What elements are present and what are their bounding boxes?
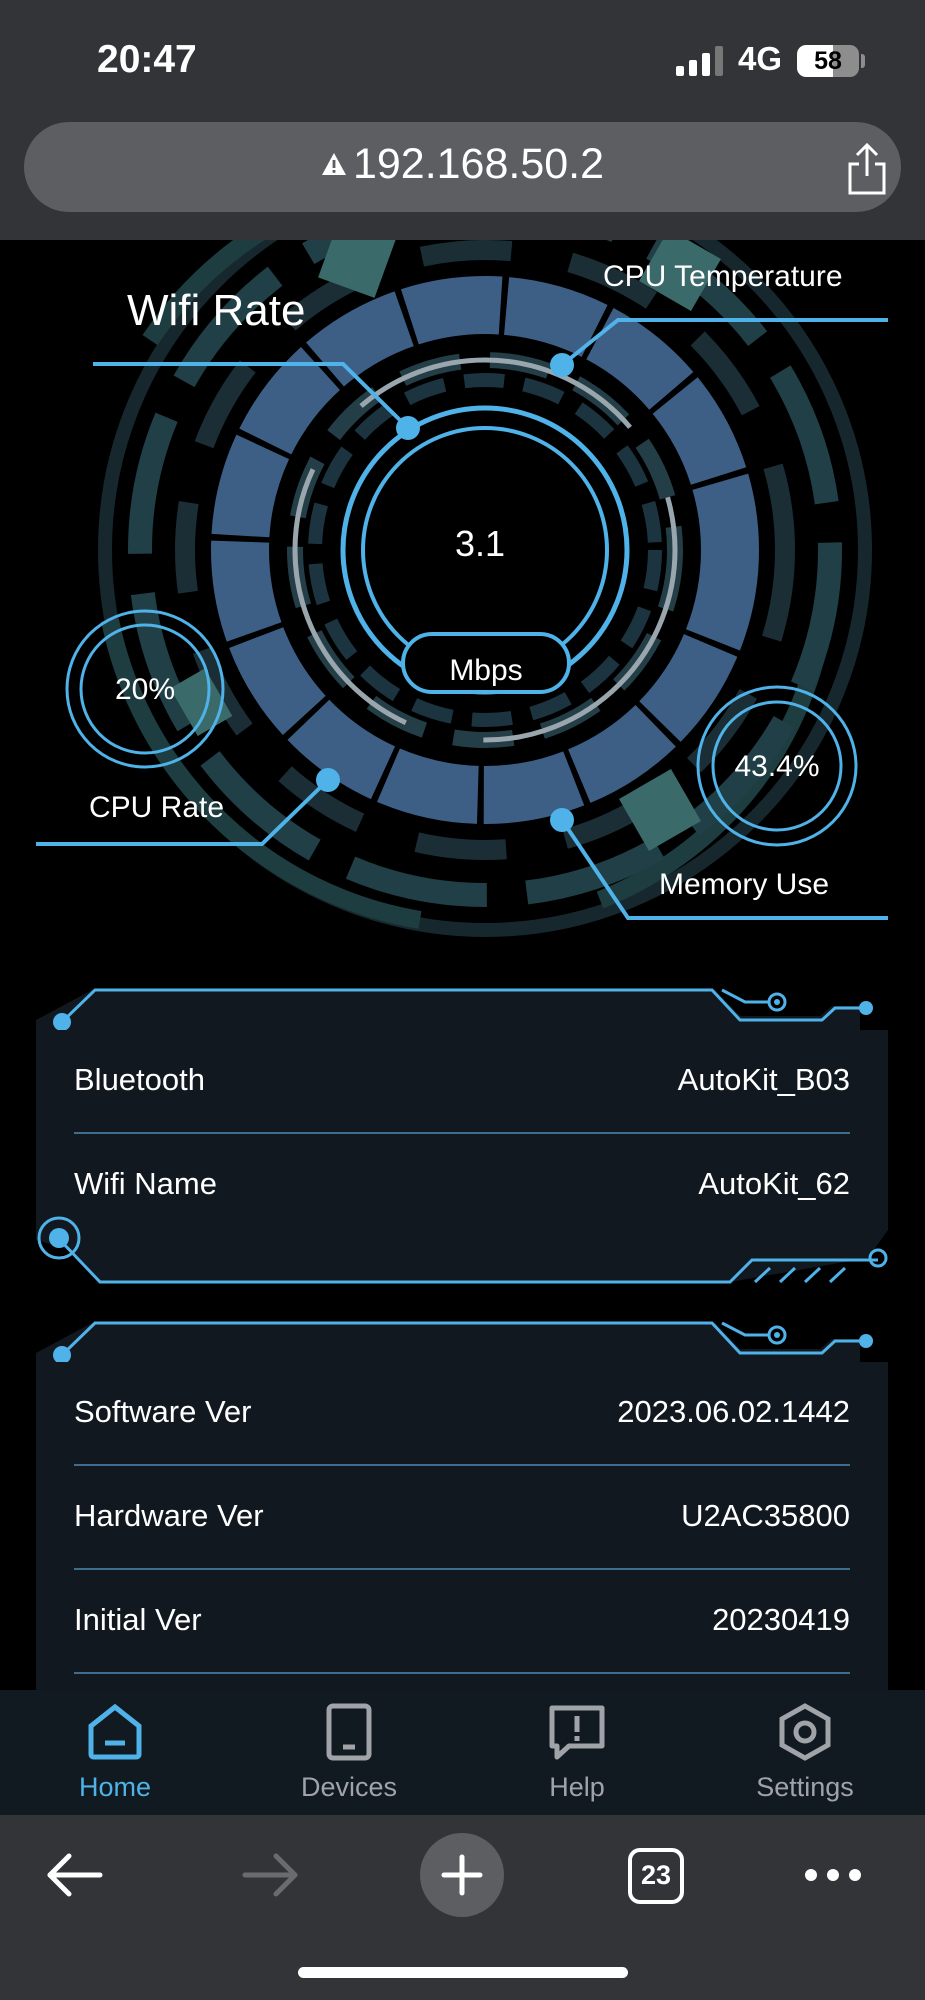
info-value: AutoKit_B03 bbox=[677, 1062, 850, 1097]
memory-use-label: Memory Use bbox=[659, 868, 830, 901]
tab-home[interactable]: Home bbox=[15, 1690, 215, 1815]
tab-label: Home bbox=[78, 1772, 152, 1802]
info-value: AutoKit_62 bbox=[698, 1166, 850, 1201]
tab-devices[interactable]: Devices bbox=[249, 1690, 449, 1815]
battery-icon: 58 bbox=[797, 45, 859, 77]
tab-label: Settings bbox=[756, 1772, 854, 1802]
tab-settings[interactable]: Settings bbox=[705, 1690, 905, 1815]
tab-help[interactable]: Help bbox=[477, 1690, 677, 1815]
gauge-graphic bbox=[36, 240, 888, 937]
info-value: 2023.06.02.1442 bbox=[617, 1394, 850, 1429]
more-options-icon[interactable] bbox=[803, 1865, 863, 1885]
settings-hexagon-icon bbox=[779, 1703, 831, 1761]
wifi-rate-unit: Mbps bbox=[449, 654, 523, 687]
warning-icon bbox=[321, 152, 346, 175]
help-message-icon bbox=[549, 1705, 605, 1760]
url-field[interactable]: 192.168.50.2 bbox=[24, 122, 901, 212]
plus-icon bbox=[441, 1854, 483, 1896]
status-time: 20:47 bbox=[97, 38, 197, 81]
info-row-software-ver: Software Ver 2023.06.02.1442 bbox=[74, 1362, 850, 1466]
panel-frame-bottom bbox=[36, 1210, 888, 1284]
panel-frame-top bbox=[36, 1321, 873, 1363]
battery-tip bbox=[861, 54, 865, 68]
back-arrow-icon[interactable] bbox=[45, 1850, 105, 1900]
info-key: Software Ver bbox=[74, 1394, 252, 1429]
device-info-panel: Bluetooth AutoKit_B03 Wifi Name AutoKit_… bbox=[36, 1030, 888, 1228]
gauge-dashboard: Wifi Rate CPU Temperature 3.1 Mbps 20% C… bbox=[0, 240, 925, 940]
info-key: Initial Ver bbox=[74, 1602, 202, 1637]
bottom-tab-bar: Home Devices Help Settings bbox=[0, 1690, 925, 1815]
panel-frame-top bbox=[36, 988, 873, 1030]
info-key: Bluetooth bbox=[74, 1062, 205, 1097]
info-key: Wifi Name bbox=[74, 1166, 217, 1201]
info-row-initial-ver: Initial Ver 20230419 bbox=[74, 1570, 850, 1674]
tab-count: 23 bbox=[640, 1860, 672, 1890]
cpu-rate-label: CPU Rate bbox=[89, 791, 225, 824]
version-info-panel: Software Ver 2023.06.02.1442 Hardware Ve… bbox=[36, 1362, 888, 1690]
signal-icon bbox=[676, 46, 723, 76]
browser-address-bar: 192.168.50.2 bbox=[0, 120, 925, 240]
tab-label: Help bbox=[549, 1772, 605, 1802]
info-key: Hardware Ver bbox=[74, 1498, 264, 1533]
home-icon bbox=[88, 1703, 142, 1760]
info-value: 20230419 bbox=[712, 1602, 850, 1637]
home-indicator bbox=[298, 1967, 628, 1978]
info-row-hardware-ver: Hardware Ver U2AC35800 bbox=[74, 1466, 850, 1570]
share-icon[interactable] bbox=[842, 142, 892, 196]
memory-use-value: 43.4% bbox=[734, 750, 820, 783]
info-row-bluetooth: Bluetooth AutoKit_B03 bbox=[74, 1030, 850, 1134]
info-value: U2AC35800 bbox=[681, 1498, 850, 1533]
status-bar: 20:47 4G 58 bbox=[0, 0, 925, 120]
wifi-rate-label: Wifi Rate bbox=[127, 286, 306, 335]
tablet-icon bbox=[326, 1703, 372, 1761]
tab-label: Devices bbox=[300, 1772, 398, 1802]
url-text: 192.168.50.2 bbox=[352, 140, 605, 188]
battery-level: 58 bbox=[814, 47, 842, 75]
new-tab-button[interactable] bbox=[420, 1833, 504, 1917]
wifi-rate-value: 3.1 bbox=[454, 523, 506, 564]
cpu-rate-value: 20% bbox=[114, 673, 176, 706]
cpu-temperature-label: CPU Temperature bbox=[603, 260, 843, 293]
network-type: 4G bbox=[738, 40, 783, 77]
tabs-count-button[interactable]: 23 bbox=[628, 1848, 684, 1904]
forward-arrow-icon[interactable] bbox=[240, 1850, 300, 1900]
